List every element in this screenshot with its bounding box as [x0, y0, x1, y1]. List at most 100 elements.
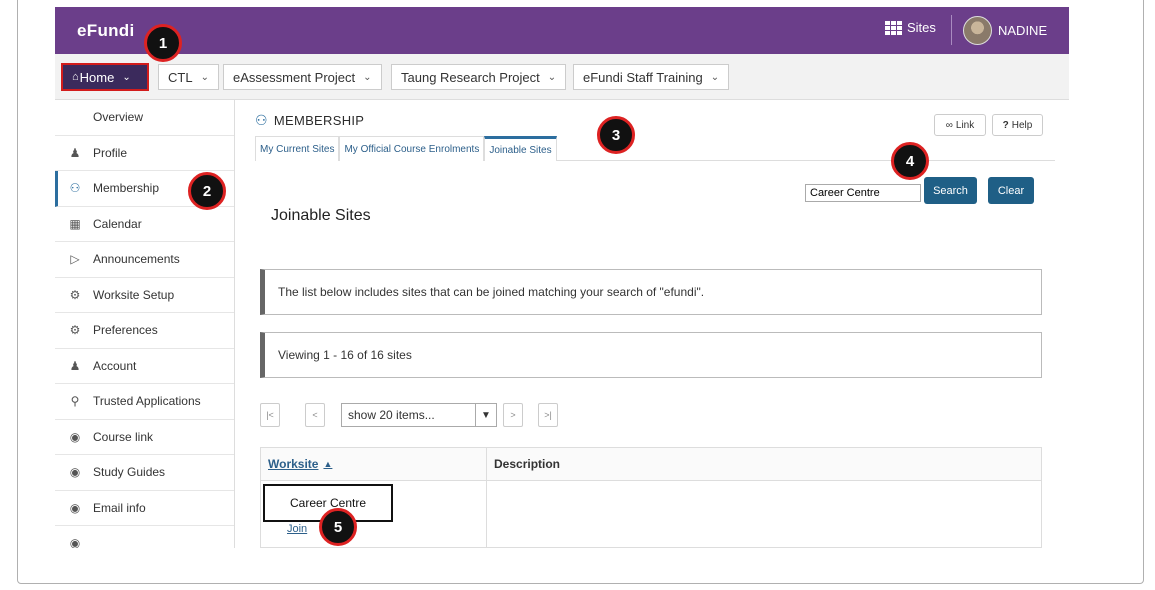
site-navbar: ⌂ Home ⌄ CTL ⌄ eAssessment Project ⌄ Tau…: [55, 54, 1069, 100]
tab-my-official-course-enrolments[interactable]: My Official Course Enrolments: [339, 136, 485, 161]
sidebar-item-label: Worksite Setup: [93, 287, 175, 302]
clear-button[interactable]: Clear: [988, 177, 1034, 204]
sidebar-item-profile[interactable]: ♟ Profile: [55, 136, 234, 171]
sites-table: Worksite ▲ Description Career Centre Joi…: [260, 447, 1042, 548]
last-page-button[interactable]: >|: [538, 403, 558, 427]
info-message: The list below includes sites that can b…: [260, 269, 1042, 315]
sidebar-item-label: Email info: [93, 500, 146, 515]
nav-tab-home[interactable]: ⌂ Home ⌄: [61, 63, 149, 91]
person-icon: ♟: [69, 358, 81, 373]
user-menu[interactable]: NADINE: [963, 16, 1047, 45]
sidebar-item-preferences[interactable]: ⚙ Preferences: [55, 313, 234, 349]
nav-tab-label: eAssessment Project: [233, 69, 356, 85]
join-link[interactable]: Join: [287, 523, 307, 535]
help-button[interactable]: ? Help: [992, 114, 1043, 136]
membership-subtabs: My Current Sites My Official Course Enro…: [255, 136, 1055, 161]
sidebar-item-calendar[interactable]: ▦ Calendar: [55, 207, 234, 242]
megaphone-icon: ▷: [70, 252, 80, 267]
chevron-down-icon: ⌄: [710, 71, 720, 83]
nav-tab-label: CTL: [168, 69, 193, 85]
link-button[interactable]: ∞ Link: [934, 114, 986, 136]
globe-icon: ◉: [69, 429, 81, 444]
chevron-down-icon: ⌄: [122, 71, 131, 83]
main-content: ⚇ MEMBERSHIP ∞ Link ? Help My Current Si…: [235, 100, 1069, 548]
tool-title-text: MEMBERSHIP: [273, 113, 365, 128]
column-label: Worksite: [268, 457, 319, 471]
header-divider: [951, 15, 952, 45]
sidebar-item-label: Trusted Applications: [93, 394, 201, 409]
sidebar-item-label: Announcements: [93, 252, 180, 267]
column-header-worksite[interactable]: Worksite ▲: [261, 448, 487, 480]
sidebar-item-worksite-setup[interactable]: ⚙ Worksite Setup: [55, 278, 234, 313]
question-icon: ?: [1002, 119, 1009, 131]
home-icon: ⌂: [72, 71, 79, 83]
link-icon: ∞: [945, 119, 953, 131]
nav-tab-eassessment[interactable]: eAssessment Project ⌄: [223, 64, 382, 90]
sidebar-item-announcements[interactable]: ▷ Announcements: [55, 242, 234, 278]
first-page-button[interactable]: |<: [260, 403, 280, 427]
tab-my-current-sites[interactable]: My Current Sites: [255, 136, 340, 161]
nav-tab-label: Home: [79, 69, 115, 85]
sort-ascending-icon: ▲: [323, 459, 333, 469]
grid-icon: [885, 20, 902, 35]
nav-tab-staff-training[interactable]: eFundi Staff Training ⌄: [573, 64, 730, 90]
chevron-down-icon: ⌄: [547, 71, 557, 83]
callout-3: 3: [597, 116, 635, 154]
sidebar-item-account[interactable]: ♟ Account: [55, 349, 234, 384]
logo[interactable]: eFundi: [77, 21, 135, 41]
sites-label: Sites: [907, 20, 936, 35]
prev-page-button[interactable]: <: [305, 403, 325, 427]
users-icon: ⚇: [255, 112, 268, 128]
page-size-select[interactable]: show 20 items... ▼: [341, 403, 497, 427]
users-icon: ⚇: [69, 181, 81, 196]
sidebar-item-label: Study Guides: [93, 465, 166, 480]
key-icon: ⚲: [70, 394, 80, 409]
nav-tab-label: eFundi Staff Training: [583, 69, 703, 85]
tab-joinable-sites[interactable]: Joinable Sites: [484, 136, 557, 161]
sidebar-item-study-guides[interactable]: ◉ Study Guides: [55, 455, 234, 491]
table-header: Worksite ▲ Description: [261, 448, 1041, 481]
sites-button[interactable]: Sites: [885, 20, 936, 35]
avatar: [963, 16, 992, 45]
sidebar-item-label: Account: [93, 358, 137, 373]
tab-label: My Current Sites: [260, 143, 335, 155]
sidebar-item-label: Profile: [93, 145, 128, 160]
sidebar-item-label: Calendar: [93, 216, 142, 231]
gears-icon: ⚙: [69, 287, 81, 302]
efundi-app: eFundi Sites NADINE ⌂ Home ⌄ CTL ⌄ eAsse…: [55, 7, 1069, 548]
nav-tab-ctl[interactable]: CTL ⌄: [158, 64, 219, 90]
calendar-icon: ▦: [69, 216, 81, 231]
callout-5: 5: [319, 508, 357, 546]
sidebar-item-label: Membership: [93, 181, 160, 196]
link-label: Link: [955, 119, 975, 131]
viewing-message: Viewing 1 - 16 of 16 sites: [260, 332, 1042, 378]
worksite-cell: Career Centre Join: [261, 481, 487, 547]
sidebar-item-trusted-applications[interactable]: ⚲ Trusted Applications: [55, 384, 234, 420]
callout-4: 4: [891, 142, 929, 180]
dropdown-arrow-icon: ▼: [475, 404, 496, 426]
nav-tab-taung[interactable]: Taung Research Project ⌄: [391, 64, 567, 90]
chevron-down-icon: ⌄: [363, 71, 372, 83]
tool-title: ⚇ MEMBERSHIP: [255, 112, 364, 129]
tool-sidebar: Overview ♟ Profile ⚇ Membership ▦ Calend…: [55, 100, 235, 548]
tab-label: My Official Course Enrolments: [344, 143, 480, 155]
sidebar-item-partial[interactable]: ◉: [55, 526, 234, 548]
sidebar-item-email-info[interactable]: ◉ Email info: [55, 491, 234, 526]
chevron-down-icon: ⌄: [200, 71, 209, 83]
callout-1: 1: [144, 24, 182, 62]
person-icon: ♟: [69, 145, 81, 160]
gear-icon: ⚙: [69, 323, 81, 338]
search-button[interactable]: Search: [924, 177, 977, 204]
sidebar-item-label: Course link: [93, 429, 154, 444]
user-name: NADINE: [998, 23, 1048, 38]
sidebar-item-overview[interactable]: Overview: [55, 100, 234, 136]
globe-icon: ◉: [69, 465, 81, 480]
page-title: Joinable Sites: [271, 207, 371, 224]
help-label: Help: [1011, 119, 1033, 131]
nav-tab-label: Taung Research Project: [401, 69, 540, 85]
next-page-button[interactable]: >: [503, 403, 523, 427]
top-header: eFundi Sites NADINE: [55, 7, 1069, 54]
sidebar-item-course-link[interactable]: ◉ Course link: [55, 420, 234, 455]
tab-label: Joinable Sites: [489, 144, 552, 156]
search-input[interactable]: [805, 184, 921, 202]
